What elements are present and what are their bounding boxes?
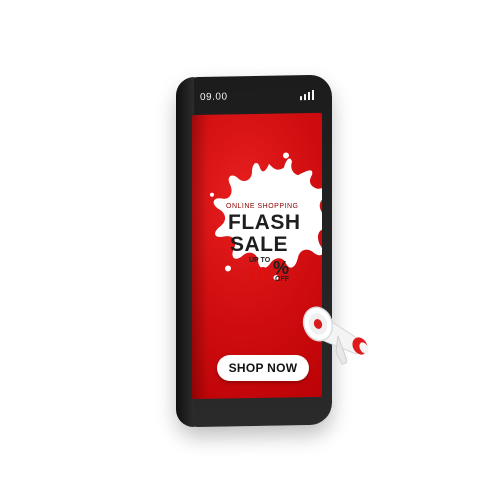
stage: 09.00 ONLINE SHOPPING FLASH SALE UP TO 7… xyxy=(0,0,498,501)
percent-sign: % xyxy=(273,258,290,278)
megaphone-icon xyxy=(302,306,369,365)
off-label: OFF xyxy=(275,276,289,283)
promo-kicker: ONLINE SHOPPING xyxy=(226,203,299,210)
signal-bars-icon xyxy=(300,89,314,101)
discount-value: 70 xyxy=(248,264,269,284)
status-time: 09.00 xyxy=(200,90,228,103)
up-to-label: UP TO xyxy=(249,257,271,264)
status-bar: 09.00 xyxy=(194,85,320,107)
headline-sale: SALE xyxy=(230,233,289,256)
headline-flash: FLASH xyxy=(228,211,301,234)
